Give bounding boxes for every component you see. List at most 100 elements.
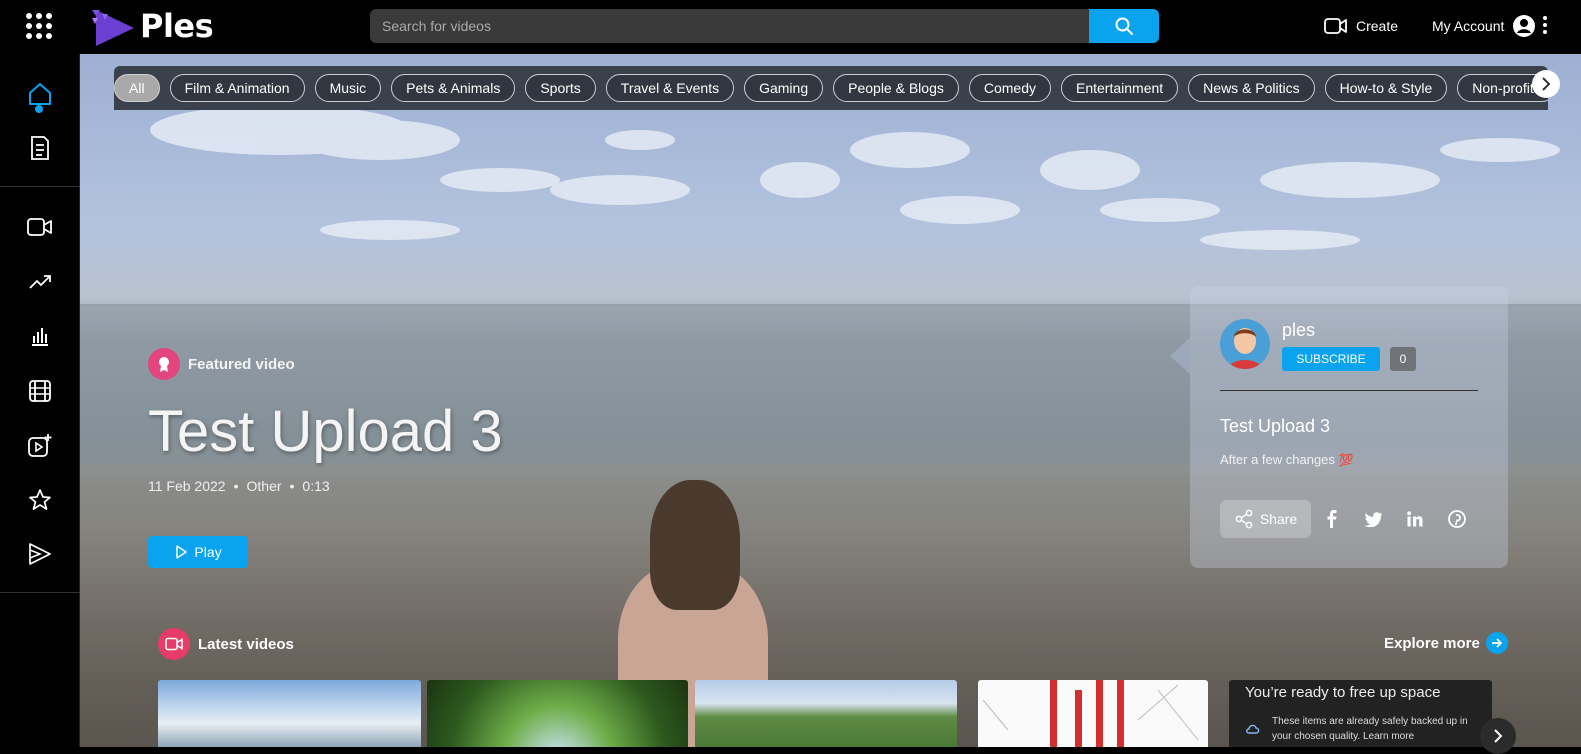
category-chip[interactable]: Entertainment — [1061, 74, 1179, 102]
channel-avatar[interactable] — [1220, 319, 1270, 369]
more-options-icon[interactable] — [1542, 16, 1548, 36]
share-button[interactable]: Share — [1220, 500, 1311, 538]
category-chips: All Film & Animation Music Pets & Animals Sp… — [114, 74, 1548, 102]
featured-duration: 0:13 — [302, 478, 330, 494]
categories-next-button[interactable] — [1532, 70, 1560, 98]
video-info-card: ples SUBSCRIBE 0 Test Upload 3 After a f… — [1190, 286, 1508, 568]
video-thumbnail[interactable] — [427, 680, 688, 747]
sidebar-item-trending[interactable] — [20, 262, 60, 302]
video-camera-icon — [158, 628, 190, 660]
category-chip[interactable]: Sports — [525, 74, 596, 102]
video-camera-icon — [1324, 18, 1347, 34]
active-indicator — [35, 105, 43, 113]
category-chip[interactable]: People & Blogs — [833, 74, 959, 102]
category-chip[interactable]: News & Politics — [1188, 74, 1315, 102]
chevron-right-icon — [1494, 729, 1503, 743]
meta-separator: • — [233, 478, 239, 494]
sidebar-item-favorites[interactable] — [20, 480, 60, 520]
video-thumbnail[interactable] — [158, 680, 421, 747]
search-bar — [370, 9, 1159, 43]
sidebar — [0, 54, 80, 747]
pinterest-icon[interactable] — [1446, 508, 1468, 530]
search-icon — [1115, 17, 1133, 35]
explore-more-label: Explore more — [1384, 634, 1480, 652]
play-icon — [176, 545, 188, 559]
film-icon — [29, 380, 51, 402]
subscriber-count: 0 — [1390, 347, 1416, 371]
add-video-icon — [28, 434, 52, 457]
explore-more-link[interactable]: Explore more — [1384, 632, 1508, 654]
latest-videos-label: Latest videos — [198, 635, 294, 653]
logo-icon — [92, 10, 134, 46]
card-divider — [1220, 390, 1478, 391]
create-label: Create — [1356, 18, 1399, 34]
apps-grid-icon[interactable] — [26, 13, 52, 39]
hundred-emoji: 💯 — [1338, 452, 1354, 467]
featured-category: Other — [246, 478, 282, 494]
top-bar: Ples Create My Account — [0, 0, 1581, 54]
award-icon — [148, 348, 180, 380]
category-chip[interactable]: All — [114, 74, 160, 102]
home-icon — [29, 83, 51, 105]
sidebar-item-playlists[interactable] — [20, 534, 60, 574]
twitter-icon[interactable] — [1362, 508, 1384, 530]
video-camera-icon — [27, 218, 52, 236]
search-input[interactable] — [370, 9, 1087, 43]
facebook-icon[interactable] — [1321, 508, 1343, 530]
subscribe-button[interactable]: SUBSCRIBE — [1282, 347, 1380, 371]
my-account-button[interactable]: My Account — [1432, 12, 1536, 40]
share-label: Share — [1259, 511, 1298, 527]
chevron-right-icon — [1542, 77, 1551, 91]
category-chip[interactable]: Travel & Events — [605, 74, 735, 102]
featured-tag-label: Featured video — [188, 355, 295, 373]
clouds-image — [150, 110, 1560, 250]
sidebar-divider — [0, 592, 80, 593]
star-icon — [29, 489, 51, 510]
thumbnail-bars-graphic — [982, 680, 1199, 747]
card-video-title: Test Upload 3 — [1220, 416, 1331, 436]
cloud-icon — [1245, 722, 1261, 740]
video-thumbnail[interactable] — [978, 680, 1208, 747]
featured-tag: Featured video — [148, 348, 295, 380]
linkedin-icon[interactable] — [1404, 508, 1426, 530]
person-hair — [650, 480, 740, 610]
arrow-right-icon — [1485, 632, 1508, 654]
latest-next-button[interactable] — [1480, 718, 1516, 754]
card-description: After a few changes 💯 — [1220, 452, 1354, 467]
account-label: My Account — [1432, 18, 1505, 34]
playlist-play-icon — [29, 543, 51, 565]
video-thumbnail[interactable] — [695, 680, 957, 747]
sidebar-divider — [0, 186, 80, 187]
share-icon — [1235, 509, 1253, 529]
category-chip[interactable]: Comedy — [968, 74, 1051, 102]
create-button[interactable]: Create — [1324, 14, 1398, 38]
play-button[interactable]: Play — [148, 536, 248, 568]
sidebar-item-stats[interactable] — [20, 316, 60, 356]
thumbnail-text: These items are already safely backed up… — [1272, 716, 1468, 742]
category-chip[interactable]: Film & Animation — [169, 74, 305, 102]
thumbnail-heading: You’re ready to free up space — [1245, 684, 1441, 701]
channel-name[interactable]: ples — [1282, 320, 1315, 341]
logo[interactable]: Ples — [90, 6, 214, 46]
featured-meta: 11 Feb 2022 • Other • 0:13 — [148, 478, 330, 494]
trending-icon — [29, 275, 51, 289]
sidebar-item-films[interactable] — [20, 371, 60, 411]
meta-separator: • — [289, 478, 295, 494]
latest-videos-heading: Latest videos — [158, 628, 294, 660]
sidebar-item-subscriptions[interactable] — [20, 128, 60, 168]
category-chip[interactable]: How-to & Style — [1324, 74, 1448, 102]
featured-date: 11 Feb 2022 — [148, 478, 226, 494]
category-chip[interactable]: Pets & Animals — [391, 74, 516, 102]
description-text: After a few changes — [1220, 452, 1335, 467]
category-chip[interactable]: Gaming — [744, 74, 824, 102]
video-thumbnail[interactable]: You’re ready to free up space These item… — [1229, 680, 1492, 747]
sidebar-item-upload[interactable] — [20, 426, 60, 466]
card-pointer — [1170, 338, 1190, 374]
category-chip[interactable]: Music — [314, 74, 382, 102]
sidebar-item-videos[interactable] — [20, 207, 60, 247]
featured-title: Test Upload 3 — [148, 399, 503, 464]
search-button[interactable] — [1089, 9, 1159, 43]
bar-chart-icon — [32, 328, 48, 346]
play-label: Play — [194, 544, 222, 560]
document-list-icon — [31, 136, 49, 160]
